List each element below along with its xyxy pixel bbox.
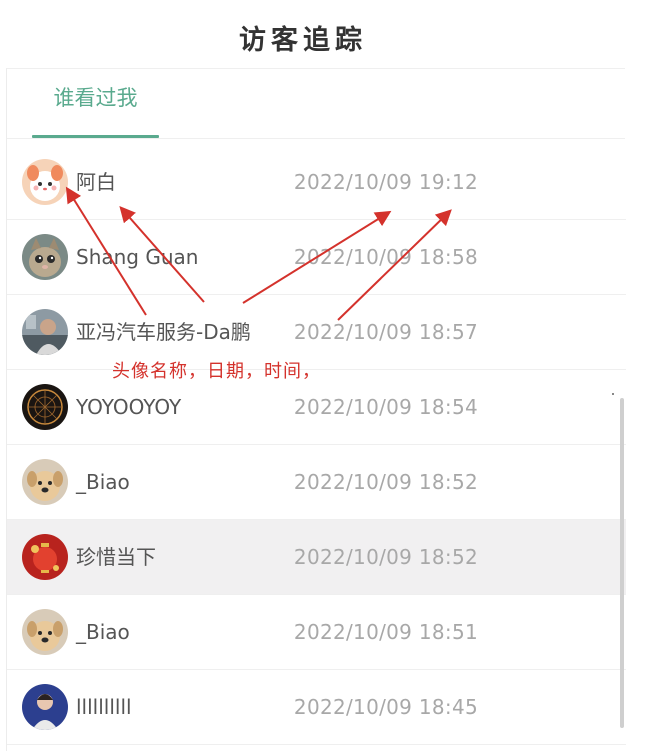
white-cat-cartoon-avatar[interactable] — [22, 159, 68, 205]
tab-who-viewed-me[interactable]: 谁看过我 — [32, 69, 159, 139]
dog-photo-avatar[interactable] — [22, 609, 68, 655]
stray-dot — [612, 393, 614, 395]
cat-photo-avatar[interactable] — [22, 234, 68, 280]
visitor-panel: 谁看过我 阿白 2022/10/09 19:12 Shang Guan 2022… — [6, 68, 626, 751]
person-photo-avatar[interactable] — [22, 309, 68, 355]
visit-time: 2022/10/09 18:57 — [293, 320, 478, 344]
visitor-list: 阿白 2022/10/09 19:12 Shang Guan 2022/10/0… — [7, 145, 626, 745]
person-blue-photo-avatar[interactable] — [22, 684, 68, 730]
page-title: 访客追踪 — [239, 25, 367, 56]
visitor-row[interactable]: 珍惜当下 2022/10/09 18:52 — [7, 520, 626, 595]
visitor-row[interactable]: _Biao 2022/10/09 18:51 — [7, 595, 626, 670]
active-tab-indicator — [32, 135, 159, 138]
visitor-row[interactable]: llllllllll 2022/10/09 18:45 — [7, 670, 626, 745]
visit-time: 2022/10/09 18:52 — [293, 545, 478, 569]
list-scrollbar[interactable] — [620, 398, 624, 728]
visitor-name: 珍惜当下 — [76, 545, 156, 569]
visitor-name: 阿白 — [76, 170, 116, 194]
visit-time: 2022/10/09 18:45 — [293, 695, 478, 719]
annotation-label: 头像名称，日期，时间， — [112, 361, 321, 382]
visit-time: 2022/10/09 18:52 — [293, 470, 478, 494]
visitor-row[interactable]: Shang Guan 2022/10/09 18:58 — [7, 220, 626, 295]
dog-photo-avatar[interactable] — [22, 459, 68, 505]
red-lantern-avatar[interactable] — [22, 534, 68, 580]
visit-time: 2022/10/09 18:51 — [293, 620, 478, 644]
visitor-name: llllllllll — [76, 695, 132, 719]
visitor-name: Shang Guan — [76, 245, 199, 269]
visit-time: 2022/10/09 19:12 — [293, 170, 478, 194]
tab-bar: 谁看过我 — [7, 69, 625, 139]
visitor-row[interactable]: _Biao 2022/10/09 18:52 — [7, 445, 626, 520]
visitor-name: _Biao — [76, 470, 130, 494]
ferris-wheel-night-avatar[interactable] — [22, 384, 68, 430]
visitor-name: _Biao — [76, 620, 130, 644]
visitor-row[interactable]: 阿白 2022/10/09 19:12 — [7, 145, 626, 220]
visit-time: 2022/10/09 18:54 — [293, 395, 478, 419]
visit-time: 2022/10/09 18:58 — [293, 245, 478, 269]
